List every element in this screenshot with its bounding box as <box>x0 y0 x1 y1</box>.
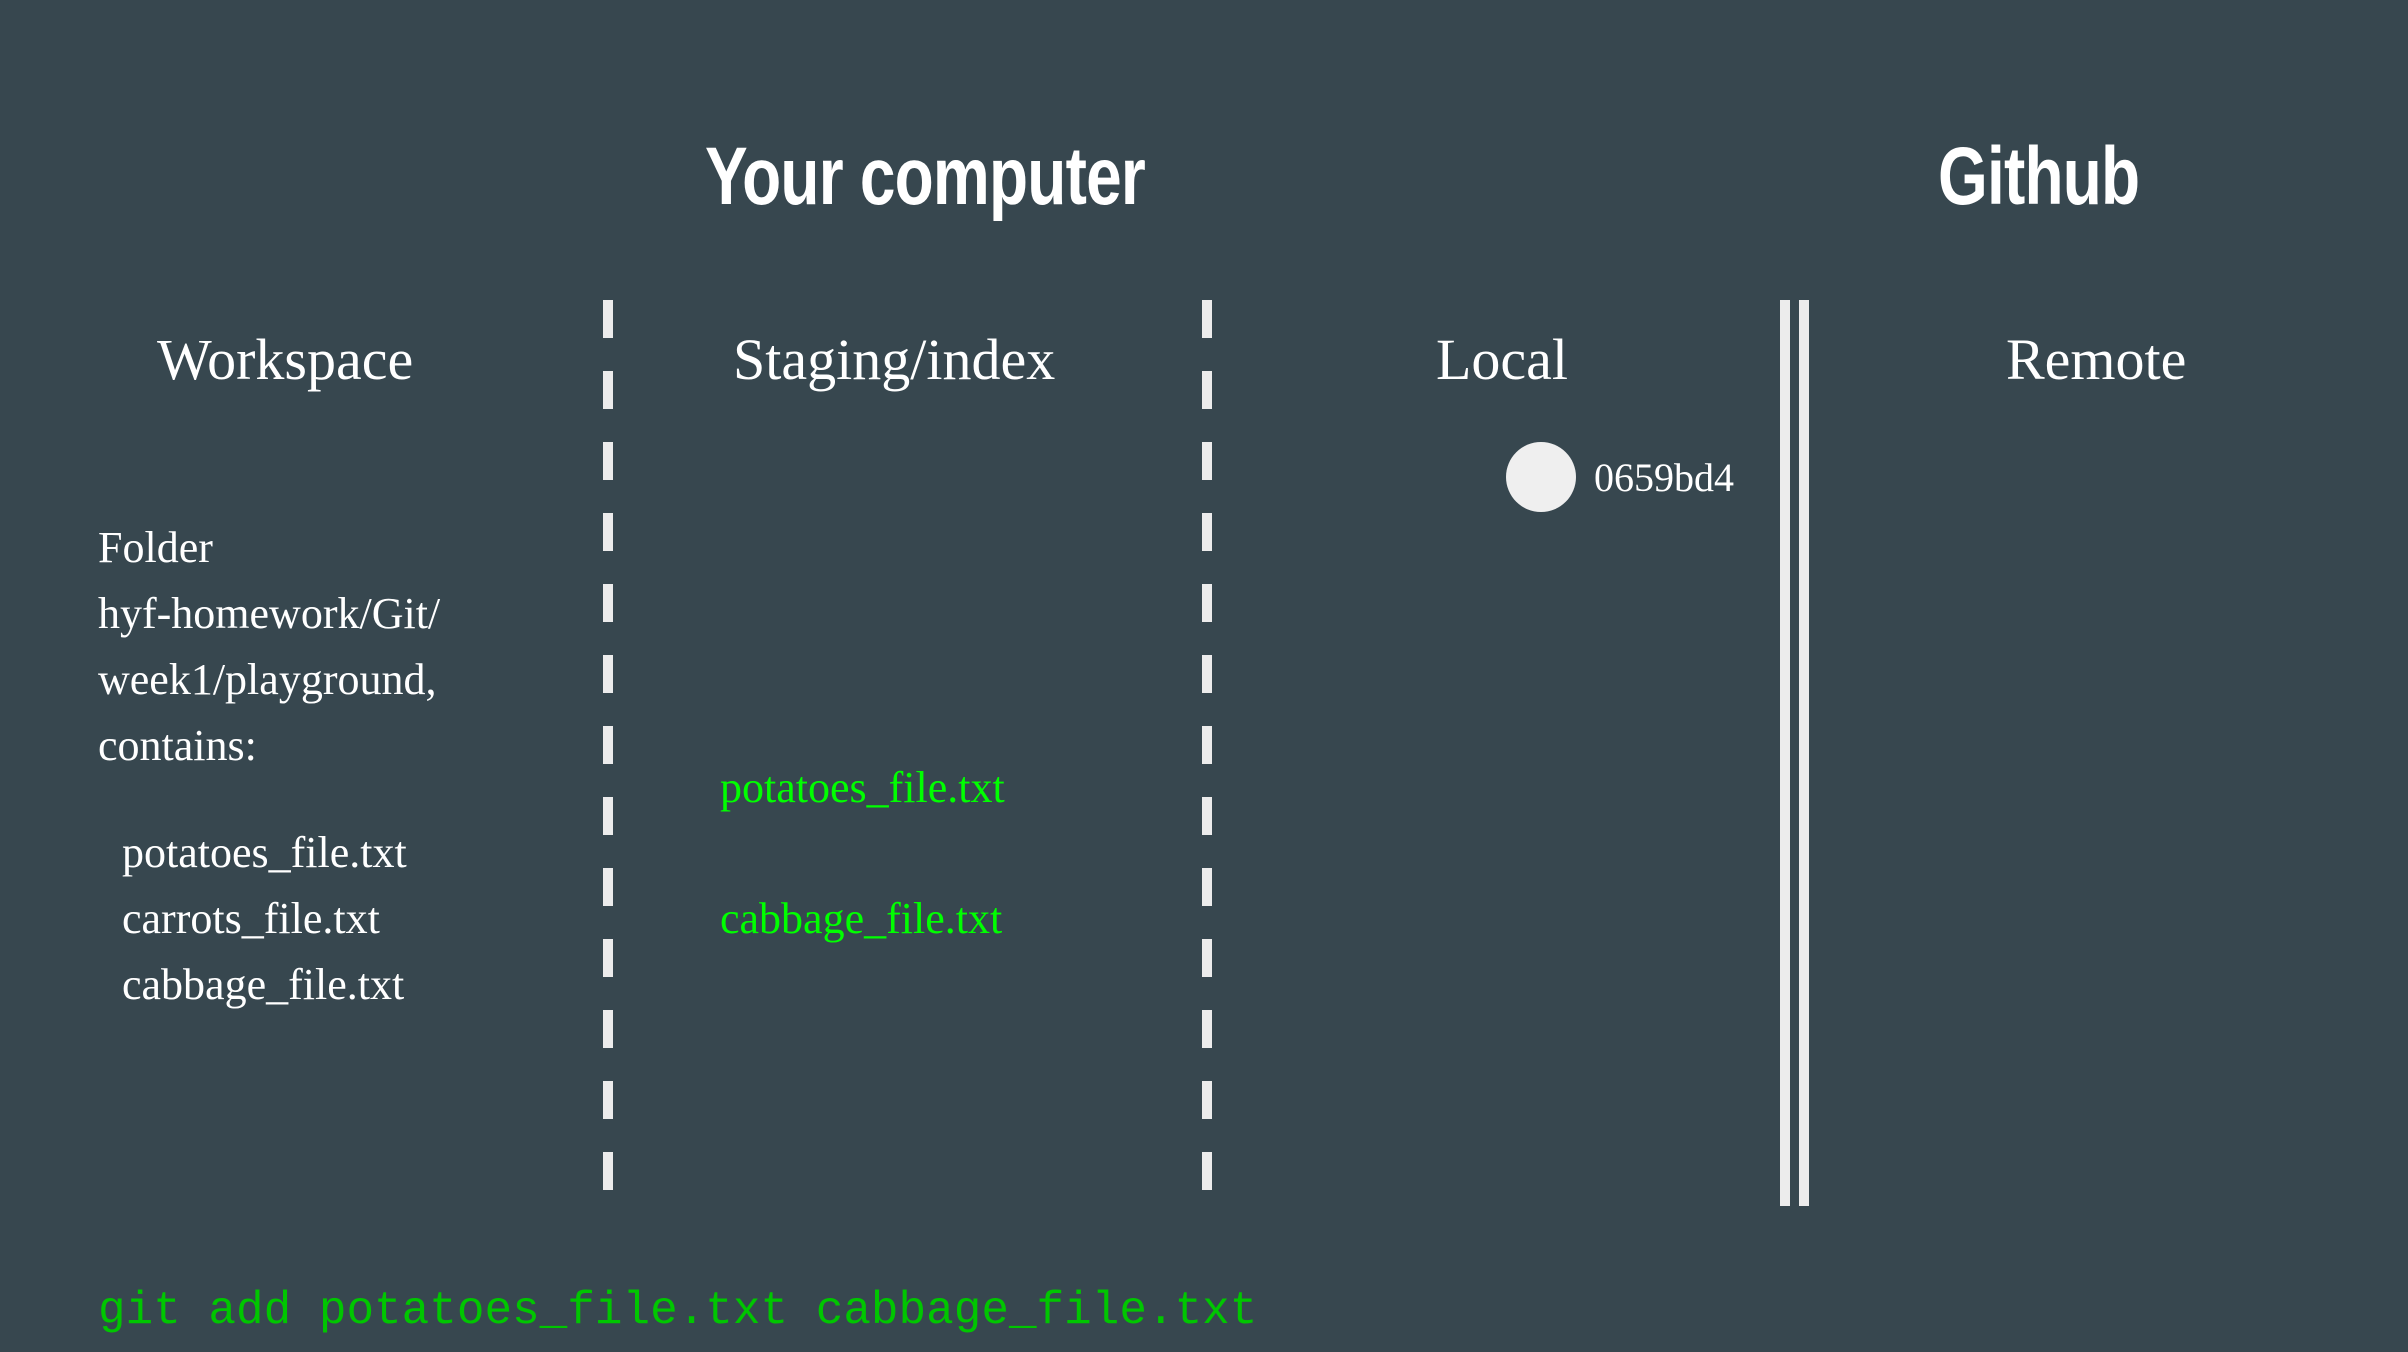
computer-github-divider-left <box>1780 300 1790 1206</box>
workspace-staging-divider <box>603 300 613 1190</box>
local-header: Local <box>1436 327 1569 392</box>
folder-line: Folder <box>98 523 213 572</box>
staged-file-potatoes: potatoes_file.txt <box>720 763 1005 812</box>
workspace-folder-description: Folder hyf-homework/Git/ week1/playgroun… <box>98 515 440 779</box>
staging-header: Staging/index <box>733 327 1056 392</box>
your-computer-heading: Your computer <box>705 131 1146 222</box>
workspace-file-cabbage: cabbage_file.txt <box>122 960 405 1009</box>
staging-local-divider <box>1202 300 1212 1190</box>
workspace-file-carrots: carrots_file.txt <box>122 894 380 943</box>
commit-hash-label: 0659bd4 <box>1594 455 1734 500</box>
computer-github-divider-right <box>1799 300 1809 1206</box>
remote-header: Remote <box>2006 327 2187 392</box>
folder-line: contains: <box>98 721 257 770</box>
folder-line: week1/playground, <box>98 655 437 704</box>
staged-file-cabbage: cabbage_file.txt <box>720 894 1003 943</box>
commit-node <box>1506 442 1576 512</box>
git-command: git add potatoes_file.txt cabbage_file.t… <box>98 1285 1258 1337</box>
folder-line: hyf-homework/Git/ <box>98 589 441 638</box>
github-heading: Github <box>1938 131 2140 222</box>
workspace-file-list: potatoes_file.txt carrots_file.txt cabba… <box>122 820 407 1018</box>
workspace-file-potatoes: potatoes_file.txt <box>122 828 407 877</box>
workspace-header: Workspace <box>157 327 414 392</box>
